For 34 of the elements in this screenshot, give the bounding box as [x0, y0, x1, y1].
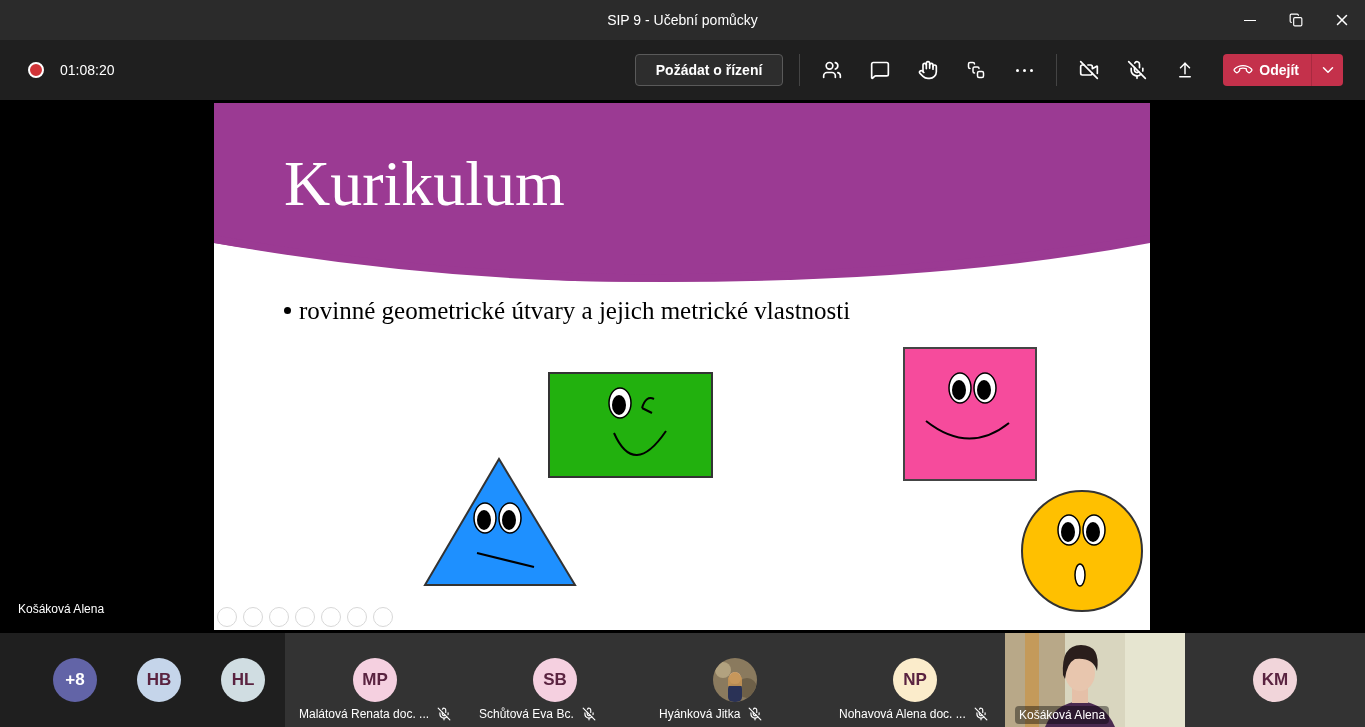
leave-button[interactable]: Odejít	[1223, 54, 1311, 86]
participant-tile[interactable]: KM	[1185, 633, 1365, 727]
avatar: NP	[893, 658, 937, 702]
chat-icon	[870, 60, 891, 80]
avatar: MP	[353, 658, 397, 702]
video-tile[interactable]: Košáková Alena	[1005, 633, 1185, 727]
participant-tile[interactable]: MP Malátová Renata doc. ...	[285, 633, 465, 727]
participant-tile[interactable]: Hyánková Jitka	[645, 633, 825, 727]
slide-title: Kurikulum	[284, 148, 566, 220]
request-control-button[interactable]: Požádat o řízení	[634, 54, 784, 86]
people-icon	[822, 60, 843, 80]
participant-name: Malátová Renata doc. ...	[299, 706, 430, 723]
avatar: SB	[533, 658, 577, 702]
avatar: HB	[137, 658, 181, 702]
participant-name: Hyánková Jitka	[659, 706, 741, 723]
layout-icon	[967, 61, 986, 79]
avatar: +8	[53, 658, 97, 702]
meeting-timer: 01:08:20	[60, 60, 115, 80]
participant-name: Nohavová Alena doc. ...	[839, 706, 966, 723]
participant-tile[interactable]: NP Nohavová Alena doc. ...	[825, 633, 1005, 727]
camera-off-icon	[1079, 60, 1100, 80]
slide-bullet-text: rovinné geometrické útvary a jejich metrické vlastnosti	[299, 296, 851, 326]
minimize-icon	[1244, 19, 1256, 21]
participant-name: Košáková Alena	[1015, 706, 1110, 724]
avatar: KM	[1253, 658, 1297, 702]
bullet-icon	[284, 307, 291, 315]
mic-off-icon	[1127, 60, 1148, 80]
restore-icon	[1289, 13, 1303, 27]
participant-name: Schůtová Eva Bc.	[479, 706, 574, 723]
avatar: HL	[221, 658, 265, 702]
presenter-name: Košáková Alena	[18, 601, 106, 618]
participant-tile[interactable]: SB Schůtová Eva Bc.	[465, 633, 645, 727]
window-title: SIP 9 - Učební pomůcky	[607, 10, 758, 30]
hand-icon	[918, 60, 939, 80]
